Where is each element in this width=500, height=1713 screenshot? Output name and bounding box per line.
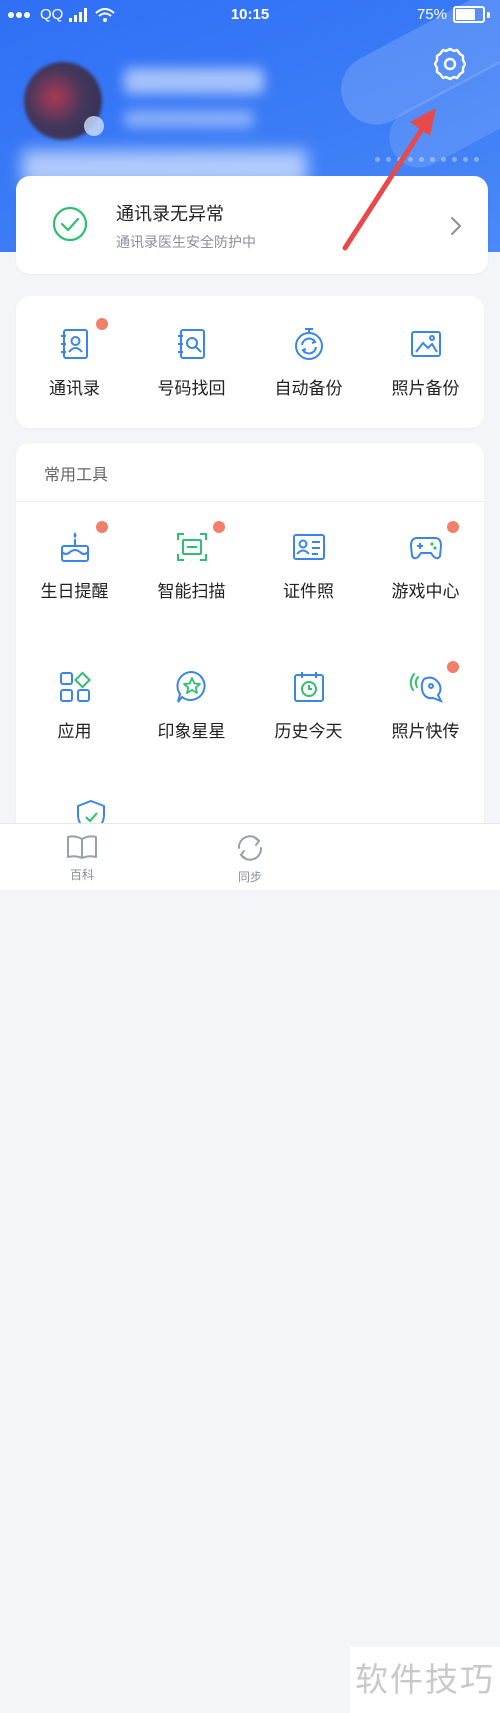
contacts-status-card[interactable]: 通讯录无异常 通讯录医生安全防护中 [16,176,488,274]
tab-sync[interactable]: 同步 [210,834,290,885]
status-bar: QQ 10:15 75% [0,0,500,30]
notification-dot [213,521,225,533]
gamepad-icon [409,537,443,560]
apps-icon [60,671,91,702]
tool-label: 智能扫描 [157,582,226,602]
contacts-icon [61,329,88,359]
star-bubble-icon [176,670,206,703]
tool-birthday-reminder[interactable]: 生日提醒 [16,521,133,629]
tool-history-today[interactable]: 历史今天 [250,669,367,769]
tool-label: 游戏中心 [391,582,460,602]
tool-apps[interactable]: 应用 [16,669,133,769]
tab-label: 同步 [237,870,262,884]
photo-backup-icon [411,331,441,357]
feature-label: 号码找回 [157,379,226,399]
tool-label: 证件照 [283,582,334,602]
blurred-account-info [124,110,254,128]
history-calendar-icon [294,672,324,702]
notification-dot [96,521,108,533]
feature-label: 照片备份 [391,379,460,399]
divider [16,501,484,502]
tool-label: 生日提醒 [40,582,109,602]
sync-icon [237,835,263,861]
feature-contacts[interactable]: 通讯录 [16,318,133,426]
blurred-username [124,68,264,94]
tool-label: 历史今天 [274,722,343,742]
tab-label: 百科 [69,868,94,882]
notification-dot [96,318,108,330]
battery-percent: 75% [416,6,447,23]
tool-label: 照片快传 [391,722,460,742]
settings-gear-icon[interactable] [432,46,468,82]
tool-impression-stars[interactable]: 印象星星 [133,669,250,769]
battery-icon [453,6,485,23]
photo-transfer-icon [409,673,444,703]
feature-auto-backup[interactable]: 自动备份 [250,326,367,426]
auto-backup-icon [295,328,323,360]
tool-label: 印象星星 [157,722,226,742]
feature-label: 通讯录 [49,379,100,399]
status-subtitle: 通讯录医生安全防护中 [116,235,256,251]
feature-label: 自动备份 [274,379,343,399]
tool-label: 应用 [57,722,92,742]
common-tools-card: 常用工具 生日提醒 智能扫描 证件照 游戏中心 应用 印象星星 历史今天 照片快… [16,443,484,863]
tab-encyclopedia[interactable]: 百科 [42,834,122,883]
avatar-badge [84,116,104,136]
feature-number-recovery[interactable]: 号码找回 [133,326,250,426]
check-circle-icon [52,206,88,242]
tool-game-center[interactable]: 游戏中心 [367,521,484,629]
notification-dot [447,661,459,673]
id-photo-icon [293,534,325,560]
book-icon [67,835,97,859]
scan-icon [177,533,207,561]
feature-grid: 通讯录 号码找回 自动备份 照片备份 [16,296,484,428]
number-recovery-icon [178,329,205,359]
chevron-right-icon [451,217,461,235]
section-title: 常用工具 [44,465,109,484]
tool-id-photo[interactable]: 证件照 [250,529,367,629]
birthday-cake-icon [61,532,89,562]
status-title: 通讯录无异常 [116,204,224,225]
bottom-tab-bar: 百科 同步 软件技巧 [0,823,500,1713]
tool-photo-transfer[interactable]: 照片快传 [367,661,484,769]
watermark-text: 软件技巧 [350,1647,500,1713]
notification-dot [447,521,459,533]
tool-smart-scan[interactable]: 智能扫描 [133,521,250,629]
feature-photo-backup[interactable]: 照片备份 [367,326,484,426]
